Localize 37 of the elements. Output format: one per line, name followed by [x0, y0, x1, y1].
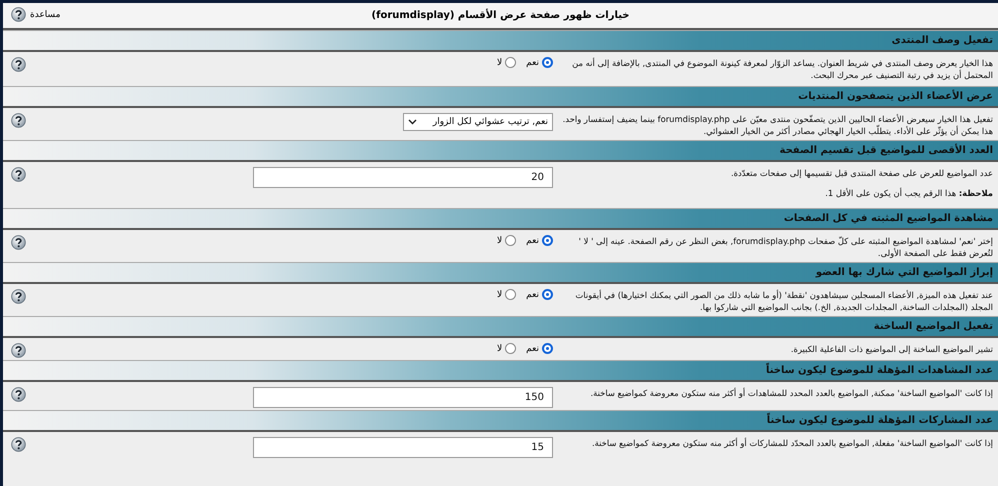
setting-description: إختر 'نعم' لمشاهدة المواضيع المثبته على كلّ صفحات forumdisplay.php, بغض النظر عن رقم الصفحة. عينه إلى ' لا ' لتُعرض فقط على الصفحة الأولى. — [578, 235, 993, 259]
radio-option[interactable]: نعم — [526, 235, 553, 246]
help-icon[interactable] — [10, 167, 26, 182]
radio-option[interactable]: نعم — [526, 57, 553, 68]
help-icon[interactable] — [10, 289, 26, 304]
help-link[interactable]: مساعدة — [11, 7, 60, 22]
page-title: خيارات ظهور صفحة عرض الأقسام (forumdisplay) — [372, 10, 630, 21]
section-header: مشاهدة المواضيع المثبته في كل الصفحات — [3, 208, 998, 230]
help-icon[interactable] — [10, 437, 26, 452]
radio-option[interactable]: نعم — [526, 343, 553, 354]
section-header: عدد المشاركات المؤهلة للموضوع ليكون ساخناً — [3, 410, 998, 432]
section-header: تفعيل وصف المنتدى — [3, 30, 998, 52]
setting-description: هذا الخيار يعرض وصف المنتدى في شريط العنوان. يساعد الزوّار لمعرفة كينونة الموضوع في المنتدى, بالإضافة إلى أنه من المحتمل أن يزيد في رتبة التصنيف عبر محرك البحث. — [571, 57, 993, 81]
setting-description: عدد المواضيع للعرض على صفحة المنتدى قبل تقسيمها إلى صفحات متعدّدة. — [730, 167, 993, 179]
setting-description: تفعيل هذا الخيار سيعرض الأعضاء الحاليين الذين يتصفّحون منتدى معيّن على forumdisplay.php بينما يضيف إستفسار واحد. هذا يمكن أن يؤثّر على الأداء. يتطلّب الخيار الهجائي مصادر أكثر من الخيار العشوائي. — [562, 113, 993, 137]
setting-description: إذا كانت 'المواضيع الساخنة' ممكنة, المواضيع بالعدد المحدد للمشاهدات أو أكثر منه ستكون معروضة كمواضيع ساخنة. — [589, 387, 993, 399]
setting-description: عند تفعيل هذه الميزة, الأعضاء المسجلين سيشاهدون 'نقطة' (أو ما شابه ذلك من الصور التي يمكنك اختيارها) في أيقونات المجلد (المجلدات الساخنة, المجلدات الجديدة, الخ.) بجانب المواضيع التي شاركوا بها. — [574, 289, 993, 313]
number-input-field[interactable]: 15 — [253, 437, 553, 458]
help-icon[interactable] — [10, 113, 26, 128]
section-header: عرض الأعضاء الذين يتصفحون المنتديات — [3, 86, 998, 108]
help-icon[interactable] — [10, 57, 26, 72]
help-icon[interactable] — [10, 343, 26, 358]
help-icon[interactable] — [11, 7, 26, 22]
section-header: عدد المشاهدات المؤهلة للموضوع ليكون ساخناً — [3, 360, 998, 382]
setting-description: تشير المواضيع الساخنة إلى المواضيع ذات الفاعلية الكبيرة. — [790, 343, 993, 355]
setting-description: إذا كانت 'المواضيع الساخنة' مفعلة, المواضيع بالعدد المحدّد للمشاركات أو أكثر منه ستكون معروضة كمواضيع ساخنة. — [590, 437, 993, 449]
help-icon[interactable] — [10, 387, 26, 402]
radio-option[interactable]: نعم — [526, 289, 553, 300]
help-icon[interactable] — [10, 235, 26, 250]
caret-icon — [408, 119, 417, 125]
dropdown-select[interactable]: نعم, ترتيب عشوائي لكل الزوار — [403, 113, 553, 131]
section-header: تفعيل المواضيع الساخنة — [3, 316, 998, 338]
number-input-field[interactable]: 20 — [253, 167, 553, 188]
section-header: العدد الأقصى للمواضيع قبل تقسيم الصفحة — [3, 140, 998, 162]
number-input-field[interactable]: 150 — [253, 387, 553, 408]
section-header: إبراز المواضيع التي شارك بها العضو — [3, 262, 998, 284]
setting-description: ملاحظة: هذا الرقم يجب أن يكون على الأقل 1. — [824, 187, 993, 199]
